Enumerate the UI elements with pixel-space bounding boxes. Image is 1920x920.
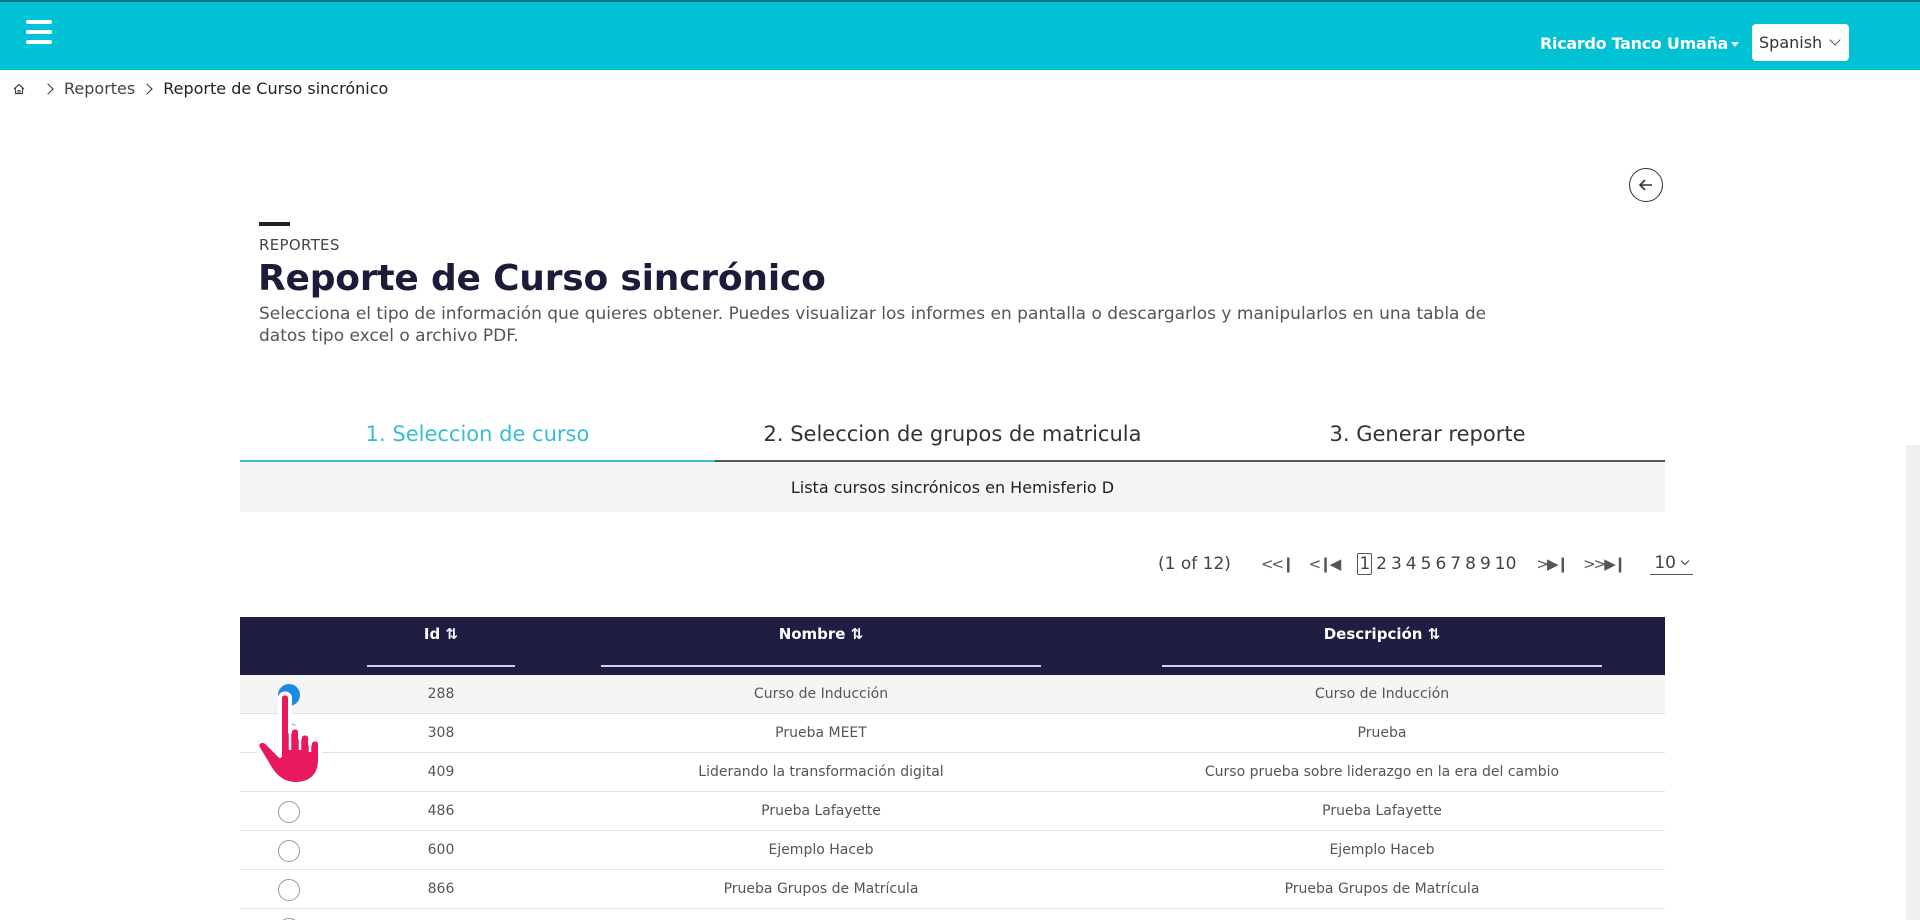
cell-descripcion: Prueba Grupos de Matrícula <box>1284 881 1480 897</box>
row-radio[interactable] <box>278 762 300 784</box>
breadcrumb-current: Reporte de Curso sincrónico <box>163 79 389 98</box>
row-radio[interactable] <box>278 840 300 862</box>
cell-id: 409 <box>427 764 455 780</box>
top-header: Ricardo Tanco Umaña Spanish <box>0 0 1920 70</box>
hamburger-menu-icon[interactable] <box>26 20 52 46</box>
cell-id: 600 <box>427 842 455 858</box>
page-5[interactable]: 5 <box>1421 554 1432 574</box>
page-2[interactable]: 2 <box>1376 554 1387 574</box>
cell-descripcion: Prueba <box>1357 725 1407 741</box>
table-row[interactable]: 288 Curso de Inducción Curso de Inducció… <box>240 675 1665 714</box>
cell-nombre: Ejemplo Haceb <box>768 842 874 858</box>
cell-id: 288 <box>427 686 455 702</box>
table-row[interactable]: 308 Prueba MEET Prueba <box>240 714 1665 753</box>
tab-seleccion-curso[interactable]: 1. Seleccion de curso <box>240 414 715 462</box>
arrow-left-icon <box>1638 179 1652 191</box>
cell-descripcion: Ejemplo Haceb <box>1329 842 1435 858</box>
page-info: (1 of 12) <box>1158 554 1231 574</box>
prev-page-button[interactable]: <❙◀ <box>1308 555 1342 573</box>
column-nombre-label: Nombre <box>778 625 846 643</box>
row-radio[interactable] <box>278 684 300 706</box>
next-page-button[interactable]: >▶❙ <box>1536 555 1569 573</box>
sort-icon: ⇅ <box>850 625 864 643</box>
column-header-id[interactable]: Id ⇅ <box>367 617 515 675</box>
sort-icon: ⇅ <box>445 625 459 643</box>
table-row[interactable]: 866 Prueba Grupos de Matrícula Prueba Gr… <box>240 870 1665 909</box>
user-name: Ricardo Tanco Umaña <box>1540 34 1729 53</box>
chevron-right-icon <box>42 82 54 95</box>
paginator: (1 of 12) <<❙ <❙◀ 1 2 3 4 5 6 7 8 9 10 >… <box>1158 553 1693 575</box>
chevron-right-icon <box>141 82 153 95</box>
row-radio[interactable] <box>278 801 300 823</box>
chevron-down-icon <box>1829 34 1841 46</box>
cell-descripcion: Curso de Inducción <box>1314 686 1450 702</box>
next-page-label: > <box>1536 555 1549 573</box>
tab-generar-reporte[interactable]: 3. Generar reporte <box>1190 414 1665 460</box>
user-menu[interactable]: Ricardo Tanco Umaña <box>1540 34 1740 53</box>
cell-nombre: Liderando la transformación digital <box>698 764 944 780</box>
home-icon[interactable] <box>12 82 26 96</box>
rows-per-page-select[interactable]: 10 <box>1650 553 1693 575</box>
cell-id: 486 <box>427 803 455 819</box>
last-page-button[interactable]: >>▶❙ <box>1583 555 1626 573</box>
chevron-down-icon <box>1680 556 1690 566</box>
scrollbar-track[interactable] <box>1906 445 1920 920</box>
wizard-tabs: 1. Seleccion de curso 2. Seleccion de gr… <box>240 414 1665 462</box>
row-radio[interactable] <box>278 879 300 901</box>
page-4[interactable]: 4 <box>1406 554 1417 574</box>
cell-descripcion: Prueba Lafayette <box>1322 803 1442 819</box>
tab-seleccion-grupos[interactable]: 2. Seleccion de grupos de matricula <box>715 414 1190 460</box>
prev-page-label: < <box>1308 555 1322 573</box>
breadcrumb-reportes[interactable]: Reportes <box>64 79 135 98</box>
page-title: Reporte de Curso sincrónico <box>258 258 826 299</box>
column-header-descripcion[interactable]: Descripción ⇅ <box>1162 617 1602 675</box>
sort-icon: ⇅ <box>1427 625 1441 643</box>
title-accent-bar <box>259 222 290 226</box>
breadcrumb: Reportes Reporte de Curso sincrónico <box>12 79 388 98</box>
table-header: Id ⇅ Nombre ⇅ Descripción ⇅ <box>240 617 1665 675</box>
page-9[interactable]: 9 <box>1480 554 1491 574</box>
row-radio[interactable] <box>278 723 300 745</box>
page-10[interactable]: 10 <box>1495 554 1517 574</box>
last-page-label: >> <box>1583 555 1606 573</box>
section-eyebrow: REPORTES <box>259 236 340 254</box>
list-caption: Lista cursos sincrónicos en Hemisferio D <box>240 462 1665 512</box>
table-row[interactable] <box>240 909 1665 920</box>
first-page-label: << <box>1260 555 1284 573</box>
language-value: Spanish <box>1759 33 1823 52</box>
rows-per-page-value: 10 <box>1654 553 1676 573</box>
table-row[interactable]: 486 Prueba Lafayette Prueba Lafayette <box>240 792 1665 831</box>
page-1[interactable]: 1 <box>1357 553 1373 575</box>
cell-descripcion: Curso prueba sobre liderazgo en la era d… <box>1204 764 1560 780</box>
column-id-label: Id <box>423 625 441 643</box>
page-3[interactable]: 3 <box>1391 554 1402 574</box>
back-button[interactable] <box>1629 168 1663 202</box>
page-description: Selecciona el tipo de información que qu… <box>259 304 1487 346</box>
column-descripcion-label: Descripción <box>1323 625 1423 643</box>
courses-table: Id ⇅ Nombre ⇅ Descripción ⇅ 288 Curso de… <box>240 617 1665 920</box>
cell-id: 308 <box>427 725 455 741</box>
column-header-nombre[interactable]: Nombre ⇅ <box>601 617 1041 675</box>
first-page-button[interactable]: <<❙ <box>1260 555 1295 573</box>
language-select[interactable]: Spanish <box>1752 24 1849 61</box>
cell-nombre: Prueba Lafayette <box>761 803 881 819</box>
cell-nombre: Prueba MEET <box>775 725 867 741</box>
page-6[interactable]: 6 <box>1435 554 1446 574</box>
cell-nombre: Curso de Inducción <box>753 686 889 702</box>
table-row[interactable]: 409 Liderando la transformación digital … <box>240 753 1665 792</box>
cell-nombre: Prueba Grupos de Matrícula <box>723 881 919 897</box>
table-row[interactable]: 600 Ejemplo Haceb Ejemplo Haceb <box>240 831 1665 870</box>
cell-id: 866 <box>427 881 455 897</box>
caret-down-icon <box>1731 42 1740 47</box>
page-8[interactable]: 8 <box>1465 554 1476 574</box>
page-7[interactable]: 7 <box>1450 554 1461 574</box>
